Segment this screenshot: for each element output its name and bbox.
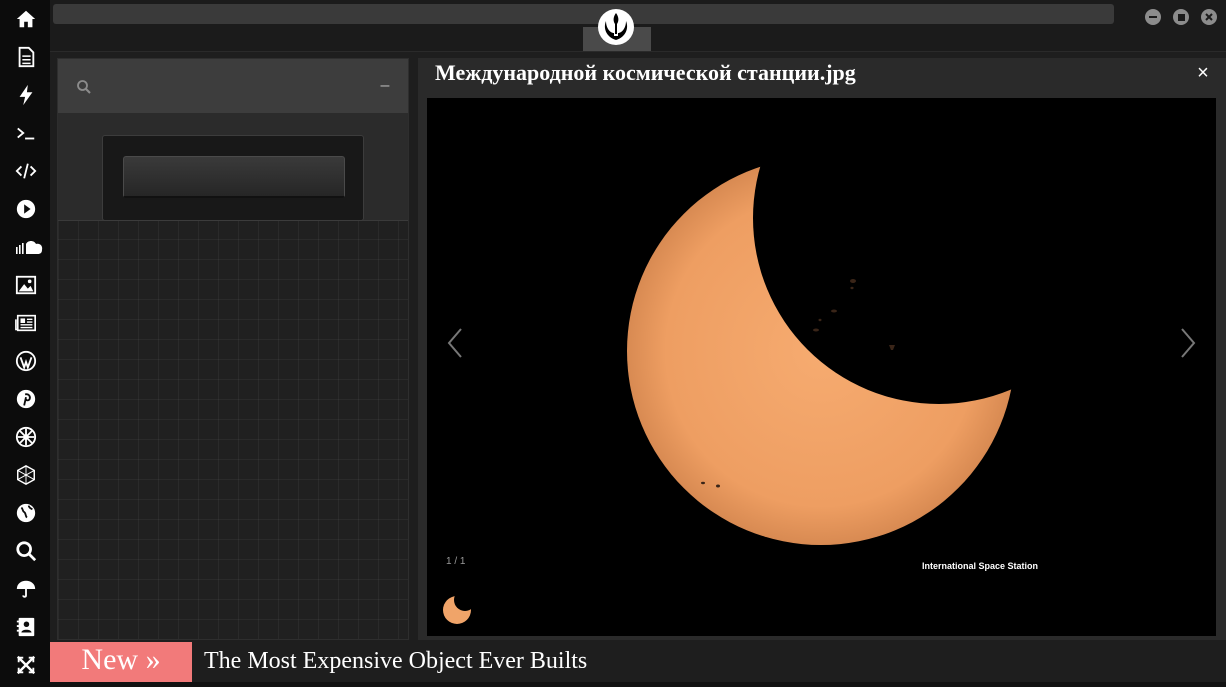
image-counter: 1 / 1 xyxy=(446,556,466,567)
terminal-icon[interactable] xyxy=(13,120,39,146)
minimize-button[interactable] xyxy=(1145,9,1161,25)
sidebar xyxy=(0,0,50,687)
collapse-button[interactable]: – xyxy=(378,77,392,95)
dialog-input-field[interactable] xyxy=(123,156,345,198)
viewer-title: Международной космической станции.jpg xyxy=(435,60,856,85)
news-ticker: New » The Most Expensive Object Ever Bui… xyxy=(50,642,1226,682)
chevron-right-icon xyxy=(1181,328,1196,358)
hexagon-globe-icon[interactable] xyxy=(13,462,39,488)
maximize-button[interactable] xyxy=(1173,9,1189,25)
rebel-alliance-icon xyxy=(597,8,635,46)
umbrella-icon[interactable] xyxy=(13,576,39,602)
viewer-close-button[interactable]: × xyxy=(1194,62,1212,84)
bottom-strip xyxy=(50,682,1226,687)
panel-header: – xyxy=(58,59,408,113)
galactic-empire-icon[interactable] xyxy=(13,424,39,450)
home-icon[interactable] xyxy=(13,6,39,32)
globe-icon[interactable] xyxy=(13,500,39,526)
document-icon[interactable] xyxy=(13,44,39,70)
next-image-button[interactable] xyxy=(1176,326,1200,360)
contact-card-icon[interactable] xyxy=(13,614,39,640)
wordpress-icon[interactable] xyxy=(13,348,39,374)
image-icon[interactable] xyxy=(13,272,39,298)
window-titlebar xyxy=(50,0,1226,52)
code-icon[interactable] xyxy=(13,158,39,184)
play-icon[interactable] xyxy=(13,196,39,222)
left-panel: – xyxy=(57,58,409,640)
newspaper-icon[interactable] xyxy=(13,310,39,336)
pinterest-icon[interactable] xyxy=(13,386,39,412)
image-stage: 1 / 1 International Space Station xyxy=(427,98,1216,636)
eclipse-image xyxy=(627,157,1015,545)
previous-image-button[interactable] xyxy=(443,326,467,360)
close-button[interactable] xyxy=(1201,9,1217,25)
bolt-icon[interactable] xyxy=(13,82,39,108)
new-badge[interactable]: New » xyxy=(50,642,192,682)
image-caption: International Space Station xyxy=(922,561,1039,571)
chevron-left-icon xyxy=(447,328,462,358)
image-viewer: Международной космической станции.jpg × xyxy=(418,58,1226,640)
search-icon[interactable] xyxy=(13,538,39,564)
input-dialog xyxy=(102,135,364,221)
image-thumbnail[interactable] xyxy=(440,592,478,626)
search-icon[interactable] xyxy=(76,79,92,95)
close-icon xyxy=(1205,13,1213,21)
expand-icon[interactable] xyxy=(13,652,39,678)
sun-disk xyxy=(627,157,1015,545)
minimize-icon xyxy=(1149,16,1157,18)
maximize-icon xyxy=(1177,13,1185,21)
soundcloud-icon[interactable] xyxy=(14,234,44,260)
ticker-headline[interactable]: The Most Expensive Object Ever Builts xyxy=(204,648,587,675)
address-bar[interactable] xyxy=(53,4,1114,24)
